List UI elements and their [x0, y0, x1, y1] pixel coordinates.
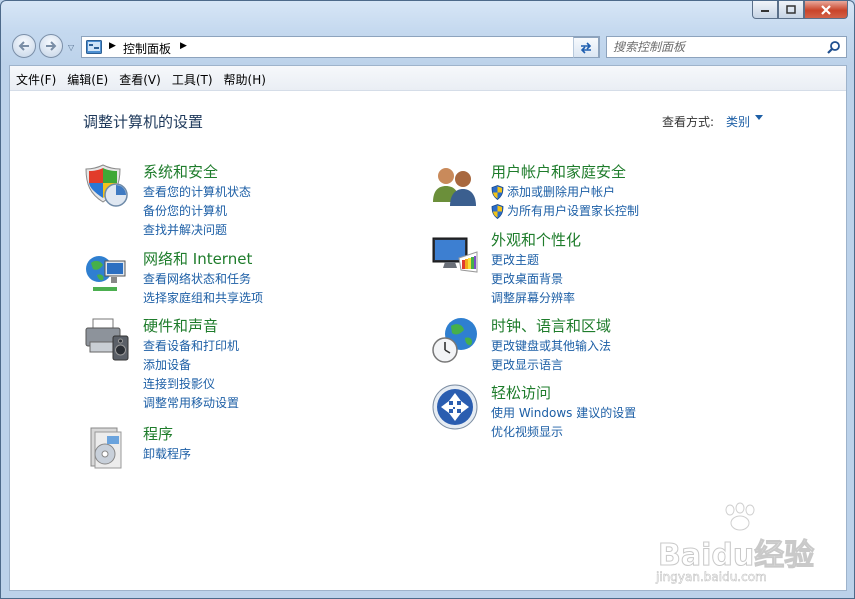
recent-pages-dropdown[interactable]: ▽ [68, 43, 74, 52]
view-by-label: 查看方式: [662, 115, 715, 129]
view-by-caret-icon[interactable] [755, 115, 763, 120]
link-network-status[interactable]: 查看网络状态和任务 [143, 270, 263, 289]
maximize-icon [786, 5, 796, 14]
link-parental-controls[interactable]: 为所有用户设置家长控制 [491, 202, 639, 221]
minimize-button[interactable] [752, 1, 778, 19]
link-mobility-settings[interactable]: 调整常用移动设置 [143, 394, 239, 413]
category-title[interactable]: 用户帐户和家庭安全 [491, 161, 626, 182]
breadcrumb-control-panel[interactable]: 控制面板 [123, 40, 171, 57]
address-bar[interactable]: ▶ 控制面板 ▶ ▼ [81, 36, 600, 58]
link-recommended-settings[interactable]: 使用 Windows 建议的设置 [491, 404, 636, 423]
category-title[interactable]: 外观和个性化 [491, 229, 581, 250]
link-display-language[interactable]: 更改显示语言 [491, 356, 611, 375]
control-panel-window: ▽ ▶ 控制面板 ▶ ▼ 文件(F) 编辑(E) 查看(V) 工具(T) [0, 0, 855, 599]
navigation-bar: ▽ ▶ 控制面板 ▶ ▼ [1, 31, 854, 65]
maximize-button[interactable] [778, 1, 804, 19]
category-links: 使用 Windows 建议的设置 优化视频显示 [491, 404, 636, 442]
title-bar [1, 1, 854, 31]
link-text[interactable]: 为所有用户设置家长控制 [507, 202, 639, 221]
menu-tools[interactable]: 工具(T) [167, 66, 218, 90]
link-homegroup-sharing[interactable]: 选择家庭组和共享选项 [143, 289, 263, 308]
link-screen-resolution[interactable]: 调整屏幕分辨率 [491, 289, 575, 308]
category-title[interactable]: 程序 [143, 423, 173, 444]
forward-arrow-icon [46, 41, 57, 51]
refresh-button[interactable] [573, 37, 599, 58]
link-troubleshoot[interactable]: 查找并解决问题 [143, 221, 251, 240]
category-title[interactable]: 时钟、语言和区域 [491, 315, 611, 336]
users-icon [433, 168, 476, 206]
link-text[interactable]: 添加或删除用户帐户 [507, 183, 615, 202]
programs-icon [90, 427, 122, 469]
ease-of-access-icon [432, 384, 478, 430]
back-button[interactable] [12, 34, 36, 58]
close-icon [821, 4, 831, 15]
breadcrumb-separator-icon[interactable]: ▶ [109, 41, 116, 51]
back-arrow-icon [18, 41, 29, 51]
link-backup-computer[interactable]: 备份您的计算机 [143, 202, 251, 221]
category-links: 添加或删除用户帐户 为所有用户设置家长控制 [491, 183, 639, 221]
menu-edit[interactable]: 编辑(E) [62, 66, 113, 90]
globe-network-icon [86, 256, 126, 291]
link-connect-projector[interactable]: 连接到投影仪 [143, 375, 239, 394]
category-links: 更改键盘或其他输入法 更改显示语言 [491, 337, 611, 375]
watermark-text: Baidu经验 [657, 538, 815, 574]
monitor-palette-icon [432, 237, 478, 273]
category-links: 查看您的计算机状态 备份您的计算机 查找并解决问题 [143, 183, 251, 240]
paw-logo-icon [725, 502, 755, 531]
category-title[interactable]: 系统和安全 [143, 161, 218, 182]
category-title[interactable]: 硬件和声音 [143, 315, 218, 336]
refresh-icon [580, 41, 592, 54]
menu-file[interactable]: 文件(F) [11, 66, 61, 90]
clock-globe-icon [432, 318, 477, 363]
search-input[interactable] [613, 39, 813, 55]
breadcrumb-separator-icon[interactable]: ▶ [180, 41, 187, 51]
category-links: 更改主题 更改桌面背景 调整屏幕分辨率 [491, 251, 575, 308]
category-links: 卸载程序 [143, 445, 191, 464]
main-content: 文件(F) 编辑(E) 查看(V) 工具(T) 帮助(H) 调整计算机的设置 查… [9, 65, 847, 591]
category-links: 查看网络状态和任务 选择家庭组和共享选项 [143, 270, 263, 308]
link-check-computer-status[interactable]: 查看您的计算机状态 [143, 183, 251, 202]
caption-buttons [752, 1, 848, 19]
link-add-device[interactable]: 添加设备 [143, 356, 239, 375]
forward-button[interactable] [39, 34, 63, 58]
watermark: Baidu经验 jingyan.baidu.com [652, 502, 822, 592]
search-icon[interactable] [827, 40, 841, 54]
menu-bar: 文件(F) 编辑(E) 查看(V) 工具(T) 帮助(H) [10, 66, 846, 91]
uac-shield-icon [491, 185, 504, 200]
control-panel-icon [86, 40, 102, 54]
watermark-url: jingyan.baidu.com [656, 570, 767, 585]
close-button[interactable] [804, 1, 848, 19]
menu-help[interactable]: 帮助(H) [219, 66, 271, 90]
menu-view[interactable]: 查看(V) [114, 66, 166, 90]
category-title[interactable]: 轻松访问 [491, 382, 551, 403]
uac-shield-icon [491, 204, 504, 219]
shield-icon [85, 164, 128, 207]
link-devices-printers[interactable]: 查看设备和打印机 [143, 337, 239, 356]
link-change-theme[interactable]: 更改主题 [491, 251, 575, 270]
minimize-icon [761, 9, 769, 12]
printer-icon [85, 318, 129, 361]
link-keyboard-input-methods[interactable]: 更改键盘或其他输入法 [491, 337, 611, 356]
page-title: 调整计算机的设置 [83, 113, 204, 131]
search-box[interactable] [606, 36, 847, 58]
link-optimize-visual-display[interactable]: 优化视频显示 [491, 423, 636, 442]
link-uninstall-program[interactable]: 卸载程序 [143, 445, 191, 464]
category-links: 查看设备和打印机 添加设备 连接到投影仪 调整常用移动设置 [143, 337, 239, 413]
link-desktop-background[interactable]: 更改桌面背景 [491, 270, 575, 289]
view-by-dropdown[interactable]: 类别 [726, 113, 750, 130]
category-title[interactable]: 网络和 Internet [143, 248, 252, 269]
link-add-remove-accounts[interactable]: 添加或删除用户帐户 [491, 183, 639, 202]
